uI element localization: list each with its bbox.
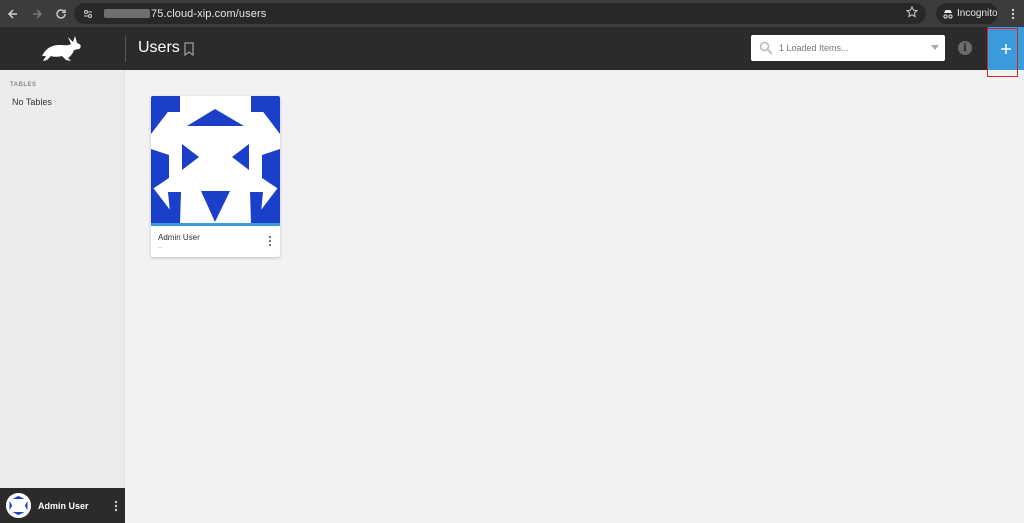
bookmark-icon[interactable]: [183, 42, 195, 56]
reload-button[interactable]: [49, 2, 73, 26]
chevron-down-icon[interactable]: [931, 45, 939, 50]
incognito-icon: [943, 9, 953, 19]
address-bar[interactable]: 75.cloud-xip.com/users: [74, 3, 926, 24]
incognito-indicator[interactable]: Incognito: [936, 3, 998, 24]
back-arrow-icon: [7, 8, 17, 19]
site-settings-icon[interactable]: [78, 4, 98, 24]
card-user-name: Admin User: [158, 233, 200, 242]
user-avatar-image: [151, 96, 280, 223]
kebab-menu-icon[interactable]: [114, 500, 118, 512]
kebab-menu-icon: [1011, 8, 1015, 19]
url-text: 75.cloud-xip.com/users: [151, 7, 267, 20]
card-accent-bar: [151, 223, 280, 226]
user-card[interactable]: Admin User --: [151, 96, 280, 257]
avatar: [6, 493, 31, 518]
info-icon[interactable]: i: [958, 41, 972, 55]
reload-icon: [56, 8, 66, 19]
incognito-label: Incognito: [957, 8, 998, 19]
add-user-button[interactable]: [988, 27, 1024, 70]
plus-icon: [1001, 43, 1011, 54]
browser-menu-button[interactable]: [1005, 3, 1021, 24]
main-content: Admin User --: [126, 70, 1024, 523]
card-user-subtitle: --: [158, 245, 162, 251]
rabbit-logo-icon[interactable]: [38, 34, 84, 62]
search-icon: [759, 41, 773, 55]
sidebar-footer-user[interactable]: Admin User: [0, 488, 125, 523]
page-title: Users: [138, 39, 180, 56]
back-button[interactable]: [1, 2, 25, 26]
header-divider: [125, 36, 126, 62]
footer-user-name: Admin User: [38, 500, 89, 511]
forward-arrow-icon: [33, 8, 43, 19]
kebab-menu-icon[interactable]: [268, 235, 272, 247]
forward-button[interactable]: [25, 2, 49, 26]
search-box[interactable]: [751, 35, 945, 61]
star-icon[interactable]: [906, 6, 918, 18]
sidebar: TABLES No Tables: [0, 70, 125, 488]
redacted-url-part: [104, 9, 150, 18]
search-input[interactable]: [779, 43, 919, 53]
app-header: Users i: [0, 27, 1024, 70]
sidebar-empty-text: No Tables: [12, 97, 52, 107]
sidebar-heading: TABLES: [10, 82, 37, 88]
